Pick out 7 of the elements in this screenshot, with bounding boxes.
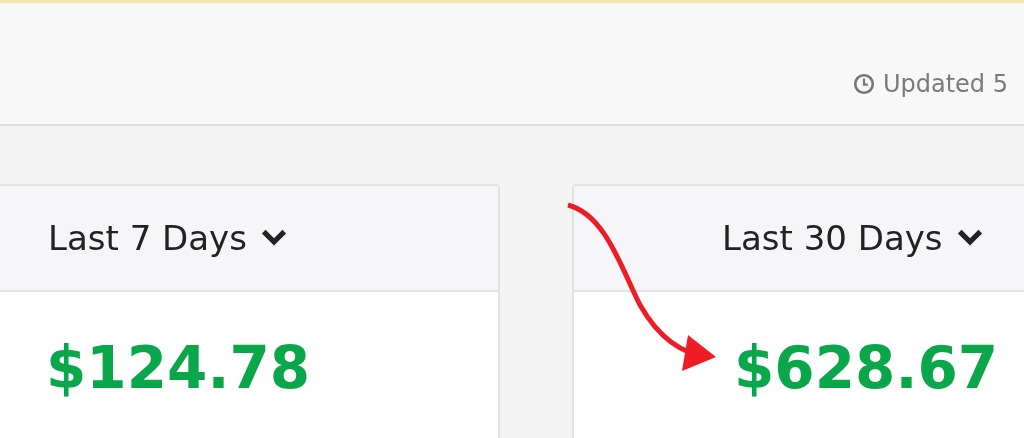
clock-icon <box>852 72 875 95</box>
period-dropdown[interactable]: Last 7 Days <box>48 218 287 258</box>
updated-text: Updated 5 <box>882 69 1008 98</box>
chevron-down-icon <box>260 229 287 247</box>
amount-value: $628.67 <box>734 334 999 402</box>
amount-value: $124.78 <box>46 334 311 402</box>
chevron-down-icon <box>956 229 983 247</box>
